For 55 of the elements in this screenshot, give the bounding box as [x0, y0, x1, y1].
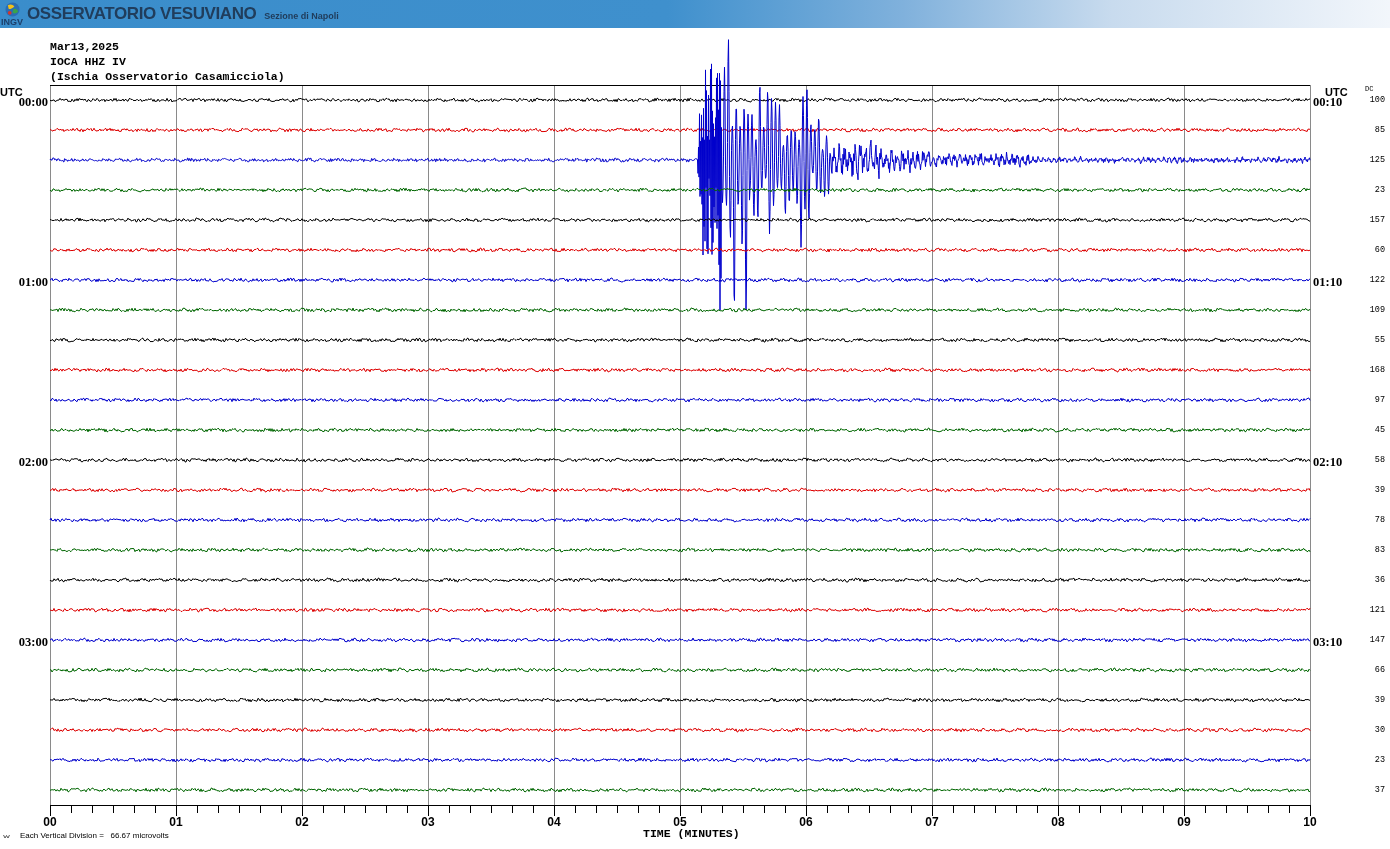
dc-value: 45 — [1374, 426, 1385, 435]
dc-value: 30 — [1374, 726, 1385, 735]
logo-text: INGV — [1, 16, 23, 27]
recording-date: Mar13,2025 — [50, 39, 119, 54]
start-time-label: 00:00 — [18, 96, 48, 108]
station-channel: IOCA HHZ IV — [50, 54, 126, 69]
minute-label: 00 — [42, 816, 58, 828]
dc-value: 37 — [1374, 786, 1385, 795]
end-time-label: 00:10 — [1313, 96, 1343, 108]
dc-value: 109 — [1369, 306, 1385, 315]
site-title: OSSERVATORIO VESUVIANO — [27, 4, 257, 24]
station-location: (Ischia Osservatorio Casamicciola) — [50, 69, 285, 84]
start-time-label: 03:00 — [18, 636, 48, 648]
minute-label: 06 — [798, 816, 814, 828]
end-time-label: 03:10 — [1313, 636, 1343, 648]
axis-title: TIME (MINUTES) — [643, 828, 740, 840]
dc-value: 85 — [1374, 126, 1385, 135]
dc-value: 78 — [1374, 516, 1385, 525]
dc-value: 23 — [1374, 756, 1385, 765]
dc-value: 100 — [1369, 96, 1385, 105]
start-time-label: 02:00 — [18, 456, 48, 468]
minute-label: 09 — [1176, 816, 1192, 828]
utc-label: UTC — [1325, 87, 1348, 97]
minute-label: 01 — [168, 816, 184, 828]
globe-icon — [4, 1, 20, 17]
dc-value: 58 — [1374, 456, 1385, 465]
dc-value: 147 — [1369, 636, 1385, 645]
minute-label: 08 — [1050, 816, 1066, 828]
end-time-label: 02:10 — [1313, 456, 1343, 468]
minute-label: 10 — [1302, 816, 1318, 828]
utc-label: UTC — [0, 87, 23, 97]
dc-value: 39 — [1374, 696, 1385, 705]
dc-value: 55 — [1374, 336, 1385, 345]
squiggle-icon — [3, 834, 10, 839]
start-time-label: 01:00 — [18, 276, 48, 288]
dc-value: 97 — [1374, 396, 1385, 405]
dc-value: 125 — [1369, 156, 1385, 165]
end-time-label: 01:10 — [1313, 276, 1343, 288]
dc-value: 66 — [1374, 666, 1385, 675]
dc-value: 157 — [1369, 216, 1385, 225]
minute-label: 04 — [546, 816, 562, 828]
scale-note: Each Vertical Division = 66.67 microvolts — [20, 831, 169, 840]
dc-value: 23 — [1374, 186, 1385, 195]
dc-value: 121 — [1369, 606, 1385, 615]
minute-label: 07 — [924, 816, 940, 828]
minute-label: 02 — [294, 816, 310, 828]
section-subtitle: Sezione di Napoli — [264, 10, 339, 21]
dc-value: 168 — [1369, 366, 1385, 375]
dc-value: 39 — [1374, 486, 1385, 495]
minute-label: 03 — [420, 816, 436, 828]
dc-value: 60 — [1374, 246, 1385, 255]
dc-value: 83 — [1374, 546, 1385, 555]
dc-value: 122 — [1369, 276, 1385, 285]
minute-label: 05 — [672, 816, 688, 828]
dc-value: 36 — [1374, 576, 1385, 585]
